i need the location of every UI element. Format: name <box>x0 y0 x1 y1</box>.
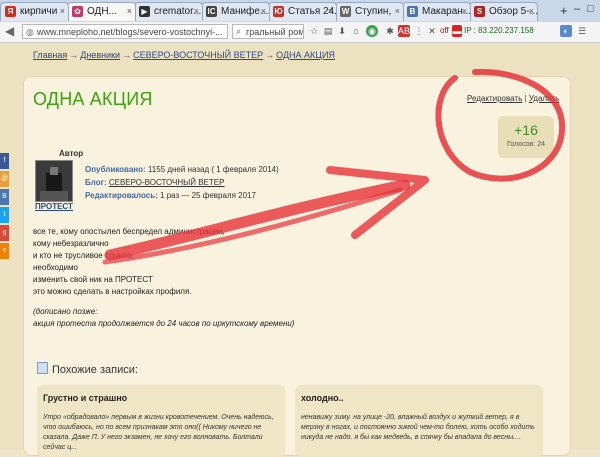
browser-menu-icon[interactable]: ☰ <box>576 25 588 37</box>
adblock-icon[interactable]: ABP <box>398 25 416 37</box>
search-icon: ⌕ <box>236 26 242 36</box>
bookmark-star-icon[interactable]: ☆ <box>308 25 320 37</box>
similar-post-excerpt: Утро «обрадовало» первым в жизни кровоте… <box>43 414 274 451</box>
url-text: www.mneploho.net/blogs/severo-vostochnyi… <box>37 27 223 37</box>
share-button-4[interactable]: g <box>0 225 9 241</box>
tab-5[interactable]: W Ступин, × <box>335 2 404 21</box>
new-tab-button[interactable]: + <box>560 3 568 18</box>
tab-favicon-icon: ▶ <box>139 6 150 17</box>
share-button-0[interactable]: f <box>0 153 9 169</box>
similar-post-excerpt: ненавижу зиму. на улице -20, влажный воз… <box>301 414 535 441</box>
avatar[interactable] <box>35 160 73 202</box>
proxy-off-label: off <box>440 26 449 35</box>
tab-7[interactable]: S Обзор 5-... × <box>469 2 538 21</box>
share-button-2[interactable]: B <box>0 189 9 205</box>
tab-2[interactable]: ▶ cremator... × <box>134 2 203 21</box>
tab-close-icon[interactable]: × <box>261 6 266 16</box>
breadcrumb-current[interactable]: ОДНА АКЦИЯ <box>276 50 335 60</box>
page-title: ОДНА АКЦИЯ <box>33 89 153 109</box>
ip-label: IP : 83.220.237.158 <box>464 26 534 35</box>
tab-favicon-icon: S <box>474 6 485 17</box>
similar-posts-heading: Похожие записи: <box>37 362 138 376</box>
tab-close-icon[interactable]: × <box>127 6 132 16</box>
close-x-icon[interactable]: ✕ <box>426 25 438 37</box>
page-content: Главная → Дневники → СЕВЕРО-ВОСТОЧНЫЙ ВЕТЕР →… <box>0 43 600 457</box>
vote-count: Голосов: 24 <box>506 141 545 148</box>
extension-green-icon[interactable]: ◉ <box>366 25 378 37</box>
maximize-icon[interactable]: □ <box>587 3 594 15</box>
search-input[interactable]: ⌕ гральный роман <box>232 24 304 39</box>
tab-close-icon[interactable]: × <box>462 6 467 16</box>
tab-favicon-icon: IC <box>206 6 217 17</box>
breadcrumb-blog[interactable]: СЕВЕРО-ВОСТОЧНЫЙ ВЕТЕР <box>133 50 263 60</box>
post-body: все те, кому опостылел беспредел админис… <box>33 227 295 328</box>
breadcrumb-diaries[interactable]: Дневники <box>80 50 120 60</box>
share-button-3[interactable]: t <box>0 207 9 223</box>
tab-label: кирпичи <box>20 6 58 17</box>
post-card: ОДНА АКЦИЯ Редактировать | Удалить +16 Г… <box>23 76 571 457</box>
download-icon[interactable]: ⬇ <box>336 25 348 37</box>
edit-links: Редактировать | Удалить <box>467 94 560 103</box>
similar-post-title[interactable]: Грустно и страшно <box>43 393 127 403</box>
reading-list-icon[interactable]: ▤ <box>322 25 334 37</box>
document-icon <box>37 362 48 374</box>
search-text: гральный роман <box>246 27 304 37</box>
back-icon[interactable]: ◀ <box>5 24 14 38</box>
address-bar[interactable]: ◍ www.mneploho.net/blogs/severo-vostochn… <box>22 24 228 39</box>
edit-link[interactable]: Редактировать <box>467 94 522 103</box>
blog-link[interactable]: СЕВЕРО-ВОСТОЧНЫЙ ВЕТЕР <box>109 178 225 187</box>
similar-post-card[interactable]: холодно.. ненавижу зиму. на улице -20, в… <box>295 385 543 457</box>
tab-0[interactable]: Якирпичи × <box>0 2 69 21</box>
vote-box: +16 Голосов: 24 <box>498 116 554 158</box>
home-icon[interactable]: ⌂ <box>350 25 362 37</box>
post-meta: Опубликовано: 1155 дней назад ( 1 феврал… <box>85 165 279 200</box>
tab-label: ОДН... <box>87 6 117 17</box>
tab-favicon-icon: Я <box>5 6 16 17</box>
breadcrumb: Главная → Дневники → СЕВЕРО-ВОСТОЧНЫЙ ВЕТЕР →… <box>33 50 335 60</box>
similar-post-card[interactable]: Грустно и страшно Утро «обрадовало» перв… <box>37 385 285 457</box>
tab-3[interactable]: IC Манифе... × <box>201 2 270 21</box>
menu-dots-icon[interactable]: ⋮ <box>413 25 425 37</box>
minimize-icon[interactable]: – <box>574 3 580 15</box>
address-toolbar: ◀ ◍ www.mneploho.net/blogs/severo-vostoc… <box>0 22 600 43</box>
share-button-5[interactable]: о <box>0 243 9 259</box>
globe-icon: ◍ <box>26 27 34 37</box>
tab-close-icon[interactable]: × <box>60 6 65 16</box>
tab-close-icon[interactable]: × <box>328 6 333 16</box>
tab-6[interactable]: В Макаран... × <box>402 2 471 21</box>
similar-post-title[interactable]: холодно.. <box>301 393 344 403</box>
post-note: (дописано позже: акция протеста продолжа… <box>33 307 295 328</box>
tab-bar: S Обзор 5-... × В Макаран... × W Ступин, × Ю Стать… <box>0 0 600 23</box>
author-label: Автор <box>59 149 84 158</box>
puzzle-icon[interactable]: ✱ <box>384 25 396 37</box>
share-button-1[interactable]: @ <box>0 171 9 187</box>
share-bar: f @ Bt g о <box>0 153 9 261</box>
breadcrumb-home[interactable]: Главная <box>33 50 67 60</box>
tab-close-icon[interactable]: × <box>194 6 199 16</box>
profile-icon[interactable]: ◐ <box>560 25 572 37</box>
tab-close-icon[interactable]: × <box>395 6 400 16</box>
delete-link[interactable]: Удалить <box>529 94 560 103</box>
tab-1[interactable]: ✿ ОДН... × <box>67 2 136 21</box>
vote-score: +16 <box>514 122 538 138</box>
tab-favicon-icon: Ю <box>273 6 284 17</box>
flag-icon: ▬ <box>452 25 462 37</box>
tab-favicon-icon: В <box>407 6 418 17</box>
tab-label: Ступин, <box>355 6 392 17</box>
tab-favicon-icon: ✿ <box>72 6 83 17</box>
author-name-link[interactable]: ПРОТЕСТ <box>35 202 73 211</box>
tab-favicon-icon: W <box>340 6 351 17</box>
tab-4[interactable]: ЮСтатья 24...× <box>268 2 337 21</box>
tab-close-icon[interactable]: × <box>529 6 534 16</box>
